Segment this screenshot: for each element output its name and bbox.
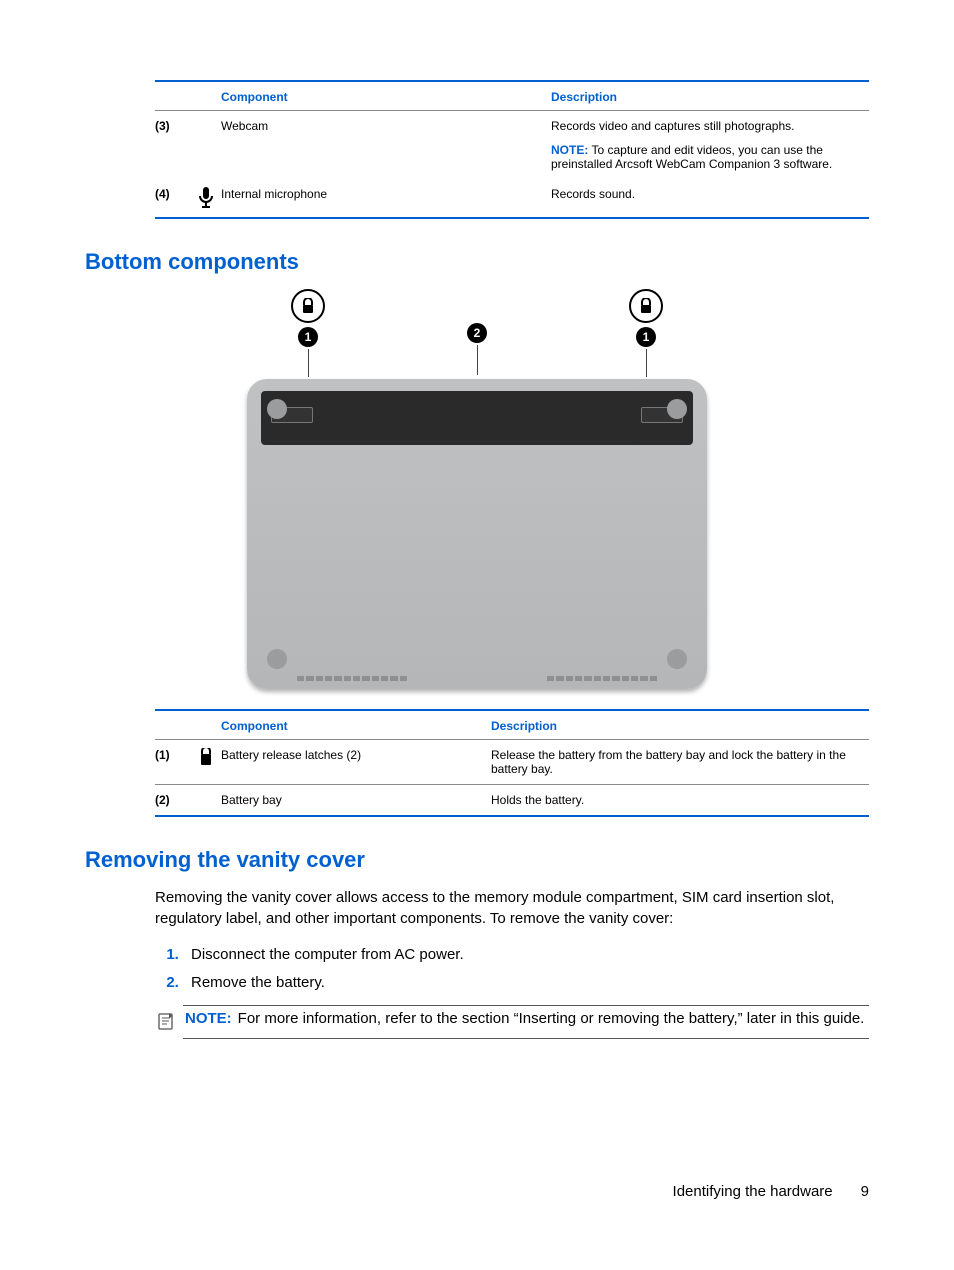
list-item: Disconnect the computer from AC power. — [183, 943, 869, 967]
component-name: Webcam — [221, 119, 551, 171]
footer-section: Identifying the hardware — [673, 1183, 833, 1200]
page-footer: Identifying the hardware 9 — [673, 1183, 869, 1200]
row-number: (4) — [155, 187, 191, 209]
figure-bottom-view: 1 2 1 — [85, 289, 869, 689]
page-number: 9 — [861, 1183, 869, 1200]
latch-icon — [191, 748, 221, 776]
header-description: Description — [491, 719, 869, 733]
table-header-row: Component Description — [155, 711, 869, 740]
component-name: Battery bay — [221, 793, 491, 807]
component-table-bottom: Component Description (1) Battery releas… — [155, 709, 869, 817]
microphone-icon — [191, 187, 221, 209]
component-description: Records sound. — [551, 187, 869, 209]
component-name: Battery release latches (2) — [221, 748, 491, 776]
section-heading-bottom-components: Bottom components — [85, 249, 869, 275]
list-item: Remove the battery. — [183, 971, 869, 995]
table-row: (2) Battery bay Holds the battery. — [155, 784, 869, 815]
callout-badge: 1 — [636, 327, 656, 347]
header-description: Description — [551, 90, 869, 104]
note-text: To capture and edit videos, you can use … — [551, 143, 832, 171]
lock-icon — [291, 289, 325, 323]
note-icon — [157, 1012, 175, 1034]
document-page: Component Description (3) Webcam Records… — [0, 0, 954, 1270]
component-description: Holds the battery. — [491, 793, 869, 807]
row-number: (2) — [155, 793, 191, 807]
note-label: NOTE: — [185, 1010, 232, 1027]
callout-badge: 1 — [298, 327, 318, 347]
component-description: Release the battery from the battery bay… — [491, 748, 869, 776]
component-name: Internal microphone — [221, 187, 551, 209]
lock-icon — [629, 289, 663, 323]
header-component: Component — [221, 90, 551, 104]
note-box: NOTE: For more information, refer to the … — [183, 1005, 869, 1039]
table-row: (1) Battery release latches (2) Release … — [155, 740, 869, 784]
table-row: (4) Internal microphone Records sound. — [155, 179, 869, 217]
component-description: Records video and captures still photogr… — [551, 119, 869, 171]
table-header-row: Component Description — [155, 82, 869, 111]
battery-bay-graphic — [261, 391, 693, 445]
intro-paragraph: Removing the vanity cover allows access … — [155, 887, 869, 929]
steps-list: Disconnect the computer from AC power. R… — [155, 943, 869, 995]
laptop-bottom-chassis — [247, 379, 707, 689]
header-component: Component — [221, 719, 491, 733]
row-number: (1) — [155, 748, 191, 776]
row-number: (3) — [155, 119, 191, 171]
table-row: (3) Webcam Records video and captures st… — [155, 111, 869, 179]
note-text: For more information, refer to the secti… — [238, 1010, 865, 1027]
section-heading-vanity-cover: Removing the vanity cover — [85, 847, 869, 873]
note-label: NOTE: — [551, 143, 588, 157]
callout-badge: 2 — [467, 323, 487, 343]
component-table-top: Component Description (3) Webcam Records… — [155, 80, 869, 219]
